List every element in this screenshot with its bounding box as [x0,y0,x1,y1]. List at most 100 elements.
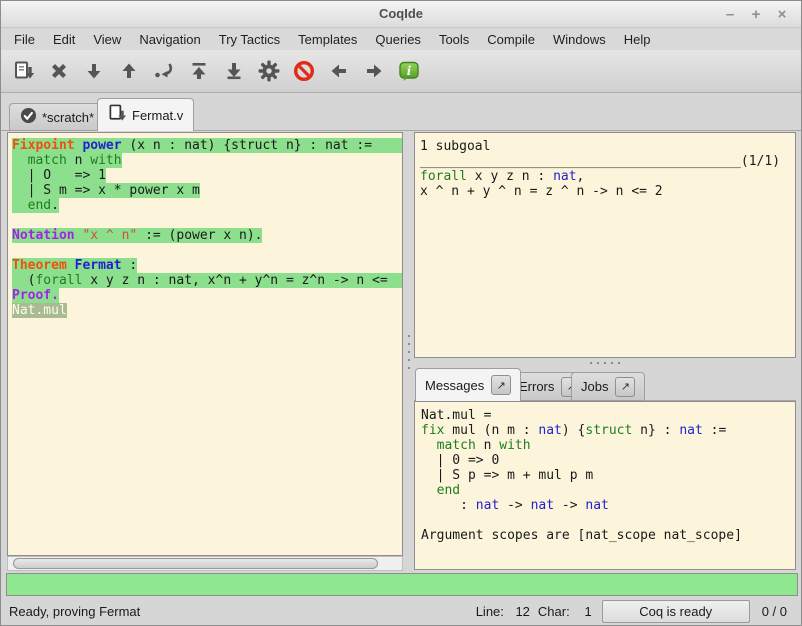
progress-bar [6,573,798,596]
code-line: | 0 => 0 [421,453,795,468]
save-page-icon [108,104,127,126]
detach-icon: ↗ [497,379,506,392]
code-line: | O => 1 [12,168,402,183]
goal-counter: 0 / 0 [762,604,787,619]
code-line: ________________________________________… [420,154,795,169]
code-line: (forall x y z n : nat, x^n + y^n = z^n -… [12,273,402,288]
close-buffer-button[interactable] [41,53,76,89]
svg-text:i: i [406,64,411,78]
up-arrow-icon [118,60,140,82]
code-line: Nat.mul = [421,408,795,423]
close-icon [48,60,70,82]
menu-item-help[interactable]: Help [615,30,660,49]
code-line: Fixpoint power (x n : nat) {struct n} : … [12,138,402,153]
save-button[interactable] [6,53,41,89]
step-forward-button[interactable] [76,53,111,89]
back-button[interactable] [321,53,356,89]
statusbar: Ready, proving Fermat Line: 12 Char: 1 C… [1,598,801,625]
window-controls: – + × [717,3,795,25]
toolbar: i [1,50,801,93]
tab-label: Fermat.v [132,108,183,123]
go-to-cursor-icon [153,60,175,82]
coq-status: Coq is ready [602,600,750,623]
close-button[interactable]: × [769,3,795,25]
script-editor[interactable]: Fixpoint power (x n : nat) {struct n} : … [7,132,403,556]
menu-item-try-tactics[interactable]: Try Tactics [210,30,289,49]
horizontal-scrollbar[interactable] [7,556,403,571]
tab-scratch[interactable]: *scratch* [9,103,105,131]
detach-messages-button[interactable]: ↗ [491,375,511,395]
interrupt-button[interactable] [286,53,321,89]
code-line: Argument scopes are [nat_scope nat_scope… [421,528,795,543]
step-backward-button[interactable] [111,53,146,89]
code-line [12,243,402,258]
menu-item-tools[interactable]: Tools [430,30,478,49]
window-title: CoqIde [1,6,801,21]
menu-item-queries[interactable]: Queries [366,30,430,49]
tab-label: Messages [425,378,484,393]
menu-item-templates[interactable]: Templates [289,30,366,49]
down-arrow-icon [83,60,105,82]
detach-jobs-button[interactable]: ↗ [615,377,635,397]
tab-label: *scratch* [42,110,94,125]
preferences-button[interactable] [251,53,286,89]
code-line: Notation "x ^ n" := (power x n). [12,228,402,243]
gear-icon [258,60,280,82]
vertical-splitter[interactable] [403,132,414,571]
line-label: Line: [476,604,504,619]
forward-arrow-icon [363,60,385,82]
menu-item-edit[interactable]: Edit [44,30,84,49]
check-circle-icon [20,107,37,127]
char-value: 1 [570,604,592,619]
save-icon [13,60,35,82]
maximize-button[interactable]: + [743,3,769,25]
code-line: | S p => m + mul p m [421,468,795,483]
detach-icon: ↗ [621,380,630,393]
code-line: | S m => x * power x m [12,183,402,198]
code-line [421,513,795,528]
menu-item-file[interactable]: File [5,30,44,49]
document-tabstrip: *scratch* Fermat.v [1,94,801,131]
code-line: fix mul (n m : nat) {struct n} : nat := [421,423,795,438]
code-line: end. [12,198,402,213]
go-to-cursor-button[interactable] [146,53,181,89]
titlebar: CoqIde – + × [1,1,801,28]
code-line: forall x y z n : nat, [420,169,795,184]
code-line: Proof. [12,288,402,303]
line-value: 12 [504,604,530,619]
go-to-start-button[interactable] [181,53,216,89]
forward-button[interactable] [356,53,391,89]
horizontal-splitter[interactable] [414,359,796,366]
goal-panel[interactable]: 1 subgoal_______________________________… [414,132,796,358]
go-to-end-button[interactable] [216,53,251,89]
tab-jobs[interactable]: Jobs ↗ [571,372,645,401]
code-line: match n with [421,438,795,453]
status-text: Ready, proving Fermat [9,604,140,619]
message-tabstrip: Messages ↗ Errors ↗ Jobs ↗ [414,366,796,401]
code-line: end [421,483,795,498]
tab-label: Errors [519,379,554,394]
menubar: File Edit View Navigation Try Tactics Te… [1,29,801,50]
info-bubble-icon: i [398,60,420,82]
tab-messages[interactable]: Messages ↗ [415,368,521,401]
menu-item-navigation[interactable]: Navigation [130,30,209,49]
go-to-top-icon [188,60,210,82]
back-arrow-icon [328,60,350,82]
about-button[interactable]: i [391,53,426,89]
code-line: Nat.mul [12,303,402,318]
menu-item-windows[interactable]: Windows [544,30,615,49]
code-line: x ^ n + y ^ n = z ^ n -> n <= 2 [420,184,795,199]
code-line [12,213,402,228]
scrollbar-thumb[interactable] [13,558,378,569]
minimize-button[interactable]: – [717,3,743,25]
messages-panel[interactable]: Nat.mul =fix mul (n m : nat) {struct n} … [414,401,796,570]
menu-item-view[interactable]: View [84,30,130,49]
menu-item-compile[interactable]: Compile [478,30,544,49]
interrupt-icon [293,60,315,82]
go-to-bottom-icon [223,60,245,82]
coqide-window: CoqIde – + × File Edit View Navigation T… [0,0,802,626]
char-label: Char: [538,604,570,619]
code-line: Theorem Fermat : [12,258,402,273]
tab-fermat[interactable]: Fermat.v [97,98,194,131]
code-line: 1 subgoal [420,139,795,154]
